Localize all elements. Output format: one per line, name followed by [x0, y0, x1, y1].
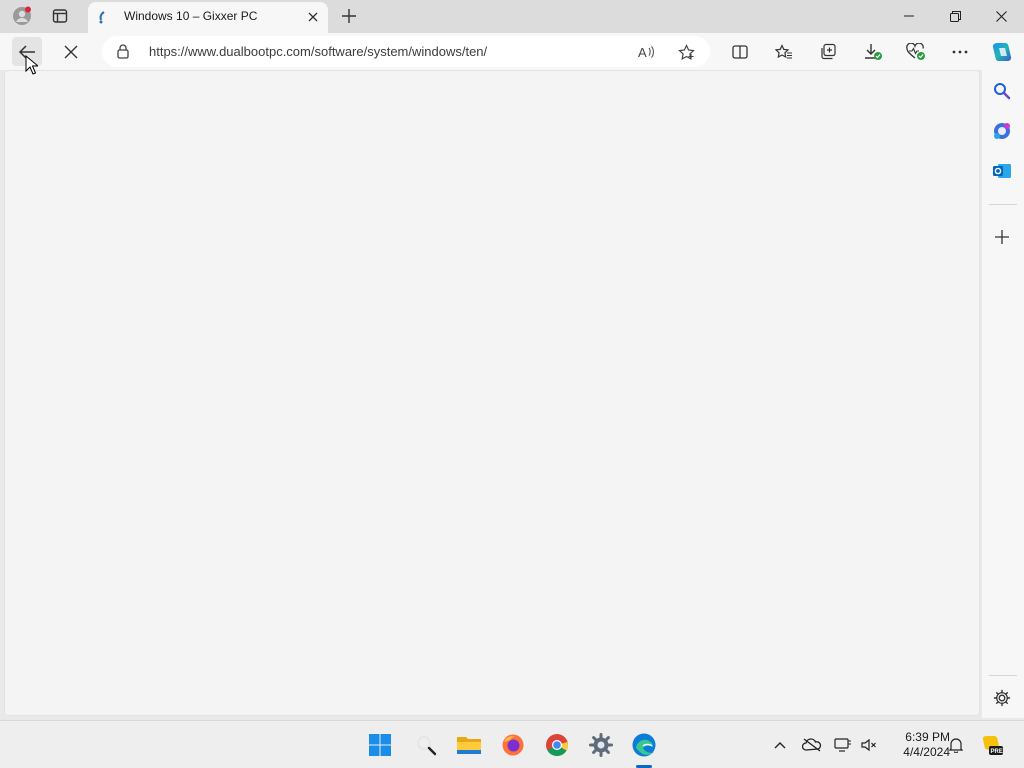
copilot-hub-icon[interactable]	[991, 120, 1013, 142]
windows-taskbar: 6:39 PM 4/4/2024 PRE	[0, 720, 1024, 768]
restore-button[interactable]	[932, 0, 978, 32]
copilot-preview-icon[interactable]: PRE	[980, 735, 1004, 755]
sidebar-divider	[989, 204, 1017, 205]
browser-toolbar: https://www.dualbootpc.com/software/syst…	[0, 33, 1024, 70]
mouse-cursor-icon	[25, 54, 40, 80]
notification-bell-icon[interactable]	[946, 735, 966, 755]
browser-essentials-icon[interactable]	[901, 37, 931, 66]
search-icon[interactable]	[991, 80, 1013, 102]
lock-icon[interactable]	[117, 44, 129, 64]
firefox-icon[interactable]	[497, 729, 529, 761]
chrome-icon[interactable]	[541, 729, 573, 761]
tab-active[interactable]: Windows 10 – Gixxer PC	[88, 2, 328, 33]
more-menu-icon[interactable]	[945, 37, 975, 66]
read-aloud-icon[interactable]: A	[635, 41, 657, 63]
favorite-star-icon[interactable]	[675, 41, 697, 63]
collections-icon[interactable]	[813, 37, 843, 66]
edge-icon[interactable]	[628, 729, 660, 761]
minimize-button[interactable]	[886, 0, 932, 32]
network-icon[interactable]	[833, 735, 853, 755]
taskbar-clock[interactable]: 6:39 PM 4/4/2024	[888, 730, 950, 760]
clock-time: 6:39 PM	[905, 730, 950, 744]
chevron-up-icon[interactable]	[770, 735, 790, 755]
page-favicon-icon	[97, 11, 109, 30]
stop-loading-button[interactable]	[56, 37, 86, 66]
search-icon[interactable]	[410, 729, 442, 761]
web-page-content[interactable]	[4, 70, 980, 716]
add-icon[interactable]	[991, 226, 1013, 248]
svg-text:A: A	[638, 45, 647, 60]
clock-date: 4/4/2024	[903, 745, 950, 759]
sidebar-divider-bottom	[989, 675, 1017, 676]
svg-text:PRE: PRE	[991, 749, 1003, 755]
tab-actions-icon[interactable]	[46, 4, 74, 28]
favorites-icon[interactable]	[769, 37, 799, 66]
new-tab-button[interactable]	[335, 4, 363, 28]
onedrive-icon[interactable]	[802, 735, 822, 755]
address-bar[interactable]: https://www.dualbootpc.com/software/syst…	[102, 36, 710, 67]
split-screen-icon[interactable]	[725, 37, 755, 66]
settings-icon[interactable]	[991, 687, 1013, 709]
volume-muted-icon[interactable]	[859, 735, 879, 755]
downloads-icon[interactable]	[858, 37, 888, 66]
outlook-icon[interactable]	[991, 160, 1013, 182]
edge-sidebar	[982, 70, 1024, 718]
tab-strip: Windows 10 – Gixxer PC	[0, 0, 1024, 33]
file-explorer-icon[interactable]	[453, 729, 485, 761]
tab-close-icon[interactable]	[304, 8, 322, 26]
close-window-button[interactable]	[978, 0, 1024, 32]
start-icon[interactable]	[364, 729, 396, 761]
address-url[interactable]: https://www.dualbootpc.com/software/syst…	[149, 44, 487, 59]
copilot-icon[interactable]	[987, 37, 1017, 66]
tab-title: Windows 10 – Gixxer PC	[124, 9, 258, 23]
settings-app-icon[interactable]	[585, 729, 617, 761]
profile-avatar-icon[interactable]	[8, 4, 36, 28]
